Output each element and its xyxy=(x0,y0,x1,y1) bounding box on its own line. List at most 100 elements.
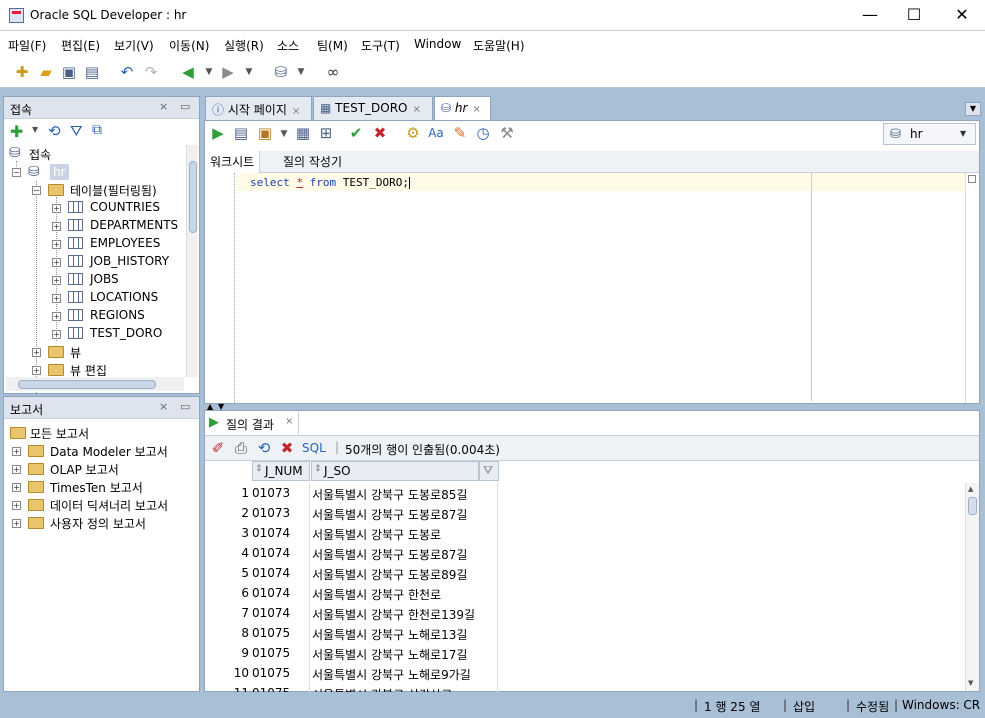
table-row[interactable]: 10 01075 서울특별시 강북구 노해로9가길 xyxy=(205,663,499,683)
add-dropdown-icon[interactable]: ▼ xyxy=(32,125,38,134)
tab-list-dropdown-icon[interactable]: ▼ xyxy=(965,102,981,116)
cell-j-so[interactable]: 서울특별시 강북구 도봉로89길 xyxy=(312,563,498,583)
back-icon[interactable]: ◀ xyxy=(178,62,198,82)
expand-icon[interactable]: + xyxy=(12,501,21,510)
tree-report-data-modeler[interactable]: + Data Modeler 보고서 xyxy=(12,442,192,460)
tab-query-builder[interactable]: 질의 작성기 xyxy=(283,153,342,170)
tree-report-user-defined[interactable]: + 사용자 정의 보고서 xyxy=(12,514,192,532)
menu-file[interactable]: 파일(F) xyxy=(8,37,46,54)
tab-close-icon[interactable]: × xyxy=(292,106,300,117)
tree-table-jobs[interactable]: + JOBS xyxy=(52,271,197,289)
cell-j-so[interactable]: 서울특별시 강북구 도봉로87길 xyxy=(312,543,498,563)
rollback-icon[interactable]: ▦ xyxy=(293,123,313,143)
tree-vscrollbar[interactable] xyxy=(186,145,198,377)
menu-help[interactable]: 도움말(H) xyxy=(473,37,525,54)
grid-filter-button[interactable]: ⛛ xyxy=(479,461,499,481)
tab-worksheet[interactable]: 워크시트 xyxy=(205,151,261,173)
uppercase-icon[interactable]: Aa xyxy=(426,123,446,143)
tree-table-departments[interactable]: + DEPARTMENTS xyxy=(52,217,197,235)
tree-report-olap[interactable]: + OLAP 보고서 xyxy=(12,460,192,478)
clear-icon[interactable]: ✖ xyxy=(370,123,390,143)
table-row[interactable]: 8 01075 서울특별시 강북구 노해로13길 xyxy=(205,623,499,643)
new-file-icon[interactable]: ✚ xyxy=(12,62,32,82)
expand-icon[interactable]: + xyxy=(52,258,61,267)
close-button[interactable]: ✕ xyxy=(939,0,985,31)
grid-vscrollbar[interactable]: ▲ ▼ xyxy=(965,483,979,691)
expand-icon[interactable]: + xyxy=(52,312,61,321)
tree-hscrollbar[interactable] xyxy=(6,377,184,391)
table-row[interactable]: 1 01073 서울특별시 강북구 도봉로85길 xyxy=(205,483,499,503)
tab-start-page[interactable]: ⓘ 시작 페이지 × xyxy=(205,96,312,120)
collapse-icon[interactable]: − xyxy=(12,168,21,177)
tree-all-reports[interactable]: 모든 보고서 xyxy=(10,424,190,442)
menu-tools[interactable]: 도구(T) xyxy=(361,37,400,54)
menu-edit[interactable]: 편집(E) xyxy=(61,37,100,54)
time-icon[interactable]: ◷ xyxy=(473,123,493,143)
connection-select[interactable]: ⛁ hr ▼ xyxy=(883,123,976,145)
tree-table-regions[interactable]: + REGIONS xyxy=(52,307,197,325)
tools-icon[interactable]: ⚒ xyxy=(497,123,517,143)
cell-j-so[interactable]: 서울특별시 강북구 노해로13길 xyxy=(312,623,498,643)
expand-icon[interactable]: + xyxy=(12,447,21,456)
tree-tables-node[interactable]: − 테이블(필터링됨) xyxy=(32,181,197,199)
sql-link[interactable]: SQL xyxy=(302,441,326,455)
tree-table-employees[interactable]: + EMPLOYEES xyxy=(52,235,197,253)
menu-team[interactable]: 팀(M) xyxy=(317,37,348,54)
tab-test-doro[interactable]: ▦ TEST_DORO × xyxy=(313,96,433,120)
hscroll-thumb[interactable] xyxy=(18,380,156,389)
menu-navigate[interactable]: 이동(N) xyxy=(169,37,209,54)
cell-j-so[interactable]: 서울특별시 강북구 도봉로87길 xyxy=(312,503,498,523)
expand-icon[interactable]: + xyxy=(12,519,21,528)
filter-icon[interactable]: ⛛ xyxy=(70,122,83,140)
tab-close-icon[interactable]: × xyxy=(472,104,480,115)
cell-j-num[interactable]: 01075 xyxy=(252,663,310,683)
table-row[interactable]: 9 01075 서울특별시 강북구 노해로17길 xyxy=(205,643,499,663)
table-row[interactable]: 4 01074 서울특별시 강북구 도봉로87길 xyxy=(205,543,499,563)
menu-source[interactable]: 소스 xyxy=(277,37,299,54)
panel-close-icon[interactable]: × xyxy=(159,400,168,413)
cell-j-so[interactable]: 서울특별시 강북구 노해로17길 xyxy=(312,643,498,663)
commit-dropdown-icon[interactable]: ▼ xyxy=(278,124,290,144)
tab-close-icon[interactable]: × xyxy=(285,416,293,427)
cell-j-num[interactable]: 01074 xyxy=(252,563,310,583)
tree-table-countries[interactable]: + COUNTRIES xyxy=(52,199,197,217)
cell-j-num[interactable]: 01075 xyxy=(252,643,310,663)
panel-minimize-icon[interactable]: ▭ xyxy=(180,400,190,413)
tree-report-timesten[interactable]: + TimesTen 보고서 xyxy=(12,478,192,496)
column-header-j-so[interactable]: ⇕ J_SO xyxy=(311,461,479,481)
refresh-icon[interactable]: ⟲ xyxy=(48,122,61,140)
tree-report-dictionary[interactable]: + 데이터 딕셔너리 보고서 xyxy=(12,496,192,514)
cell-j-num[interactable]: 01075 xyxy=(252,623,310,643)
back-dropdown-icon[interactable]: ▼ xyxy=(203,62,215,82)
expand-icon[interactable]: + xyxy=(52,204,61,213)
tree-table-job-history[interactable]: + JOB_HISTORY xyxy=(52,253,197,271)
tab-hr-worksheet[interactable]: ⛁ hr × xyxy=(434,96,491,120)
cell-j-so[interactable]: 서울특별시 강북구 한천로139길 xyxy=(312,603,498,623)
collapse-icon[interactable]: − xyxy=(32,186,41,195)
vscroll-thumb[interactable] xyxy=(189,161,197,233)
tree-connection-hr[interactable]: − ⛁ hr xyxy=(12,164,72,182)
expand-icon[interactable]: + xyxy=(52,222,61,231)
table-row[interactable]: 7 01074 서울특별시 강북구 한천로139길 xyxy=(205,603,499,623)
cell-j-so[interactable]: 서울특별시 강북구 노해로9가길 xyxy=(312,663,498,683)
expand-icon[interactable]: + xyxy=(12,465,21,474)
tree-views-node[interactable]: + 뷰 xyxy=(32,343,192,361)
column-header-j-num[interactable]: ⇕ J_NUM xyxy=(252,461,310,481)
cell-j-num[interactable]: 01074 xyxy=(252,603,310,623)
save-icon[interactable]: ▣ xyxy=(59,62,79,82)
expand-icon[interactable]: + xyxy=(32,366,41,375)
scroll-up-icon[interactable]: ▲ xyxy=(968,485,973,493)
cancel-icon[interactable]: ✖ xyxy=(277,438,297,458)
cell-j-so[interactable]: 서울특별시 강북구 한천로 xyxy=(312,583,498,603)
undo-icon[interactable]: ↶ xyxy=(117,62,137,82)
run-script-icon[interactable]: ▤ xyxy=(231,123,251,143)
cell-j-num[interactable]: 01073 xyxy=(252,483,310,503)
tree-table-locations[interactable]: + LOCATIONS xyxy=(52,289,197,307)
forward-dropdown-icon[interactable]: ▼ xyxy=(243,62,255,82)
cell-j-so[interactable]: 서울특별시 강북구 도봉로 xyxy=(312,523,498,543)
panel-close-icon[interactable]: × xyxy=(159,100,168,113)
table-row[interactable]: 2 01073 서울특별시 강북구 도봉로87길 xyxy=(205,503,499,523)
add-connection-icon[interactable]: ✚ xyxy=(10,122,23,141)
sql-history-icon[interactable]: ⚙ xyxy=(403,123,423,143)
panel-minimize-icon[interactable]: ▭ xyxy=(180,100,190,113)
